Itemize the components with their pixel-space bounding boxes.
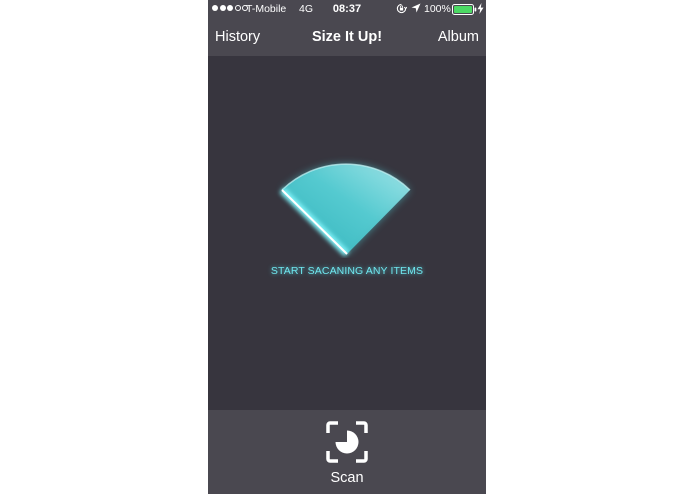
battery-percentage: 100% <box>424 3 451 15</box>
orientation-lock-icon <box>396 3 407 14</box>
app-screen: T-Mobile 4G 08:37 100% History Size It U… <box>208 0 486 494</box>
navigation-bar: History Size It Up! Album <box>208 18 486 56</box>
status-bar: T-Mobile 4G 08:37 100% <box>208 0 486 18</box>
scan-frame-icon <box>326 421 368 463</box>
radar-scan-icon <box>279 163 411 257</box>
album-button[interactable]: Album <box>438 29 479 45</box>
battery-icon <box>452 4 477 15</box>
scan-area: START SACANING ANY ITEMS <box>208 56 486 410</box>
bottom-toolbar: Scan <box>208 410 486 494</box>
scan-prompt: START SACANING ANY ITEMS <box>270 265 424 277</box>
scan-button[interactable]: Scan <box>307 418 387 492</box>
scan-label: Scan <box>330 470 364 486</box>
location-arrow-icon <box>411 3 421 13</box>
charging-bolt-icon <box>477 3 484 14</box>
